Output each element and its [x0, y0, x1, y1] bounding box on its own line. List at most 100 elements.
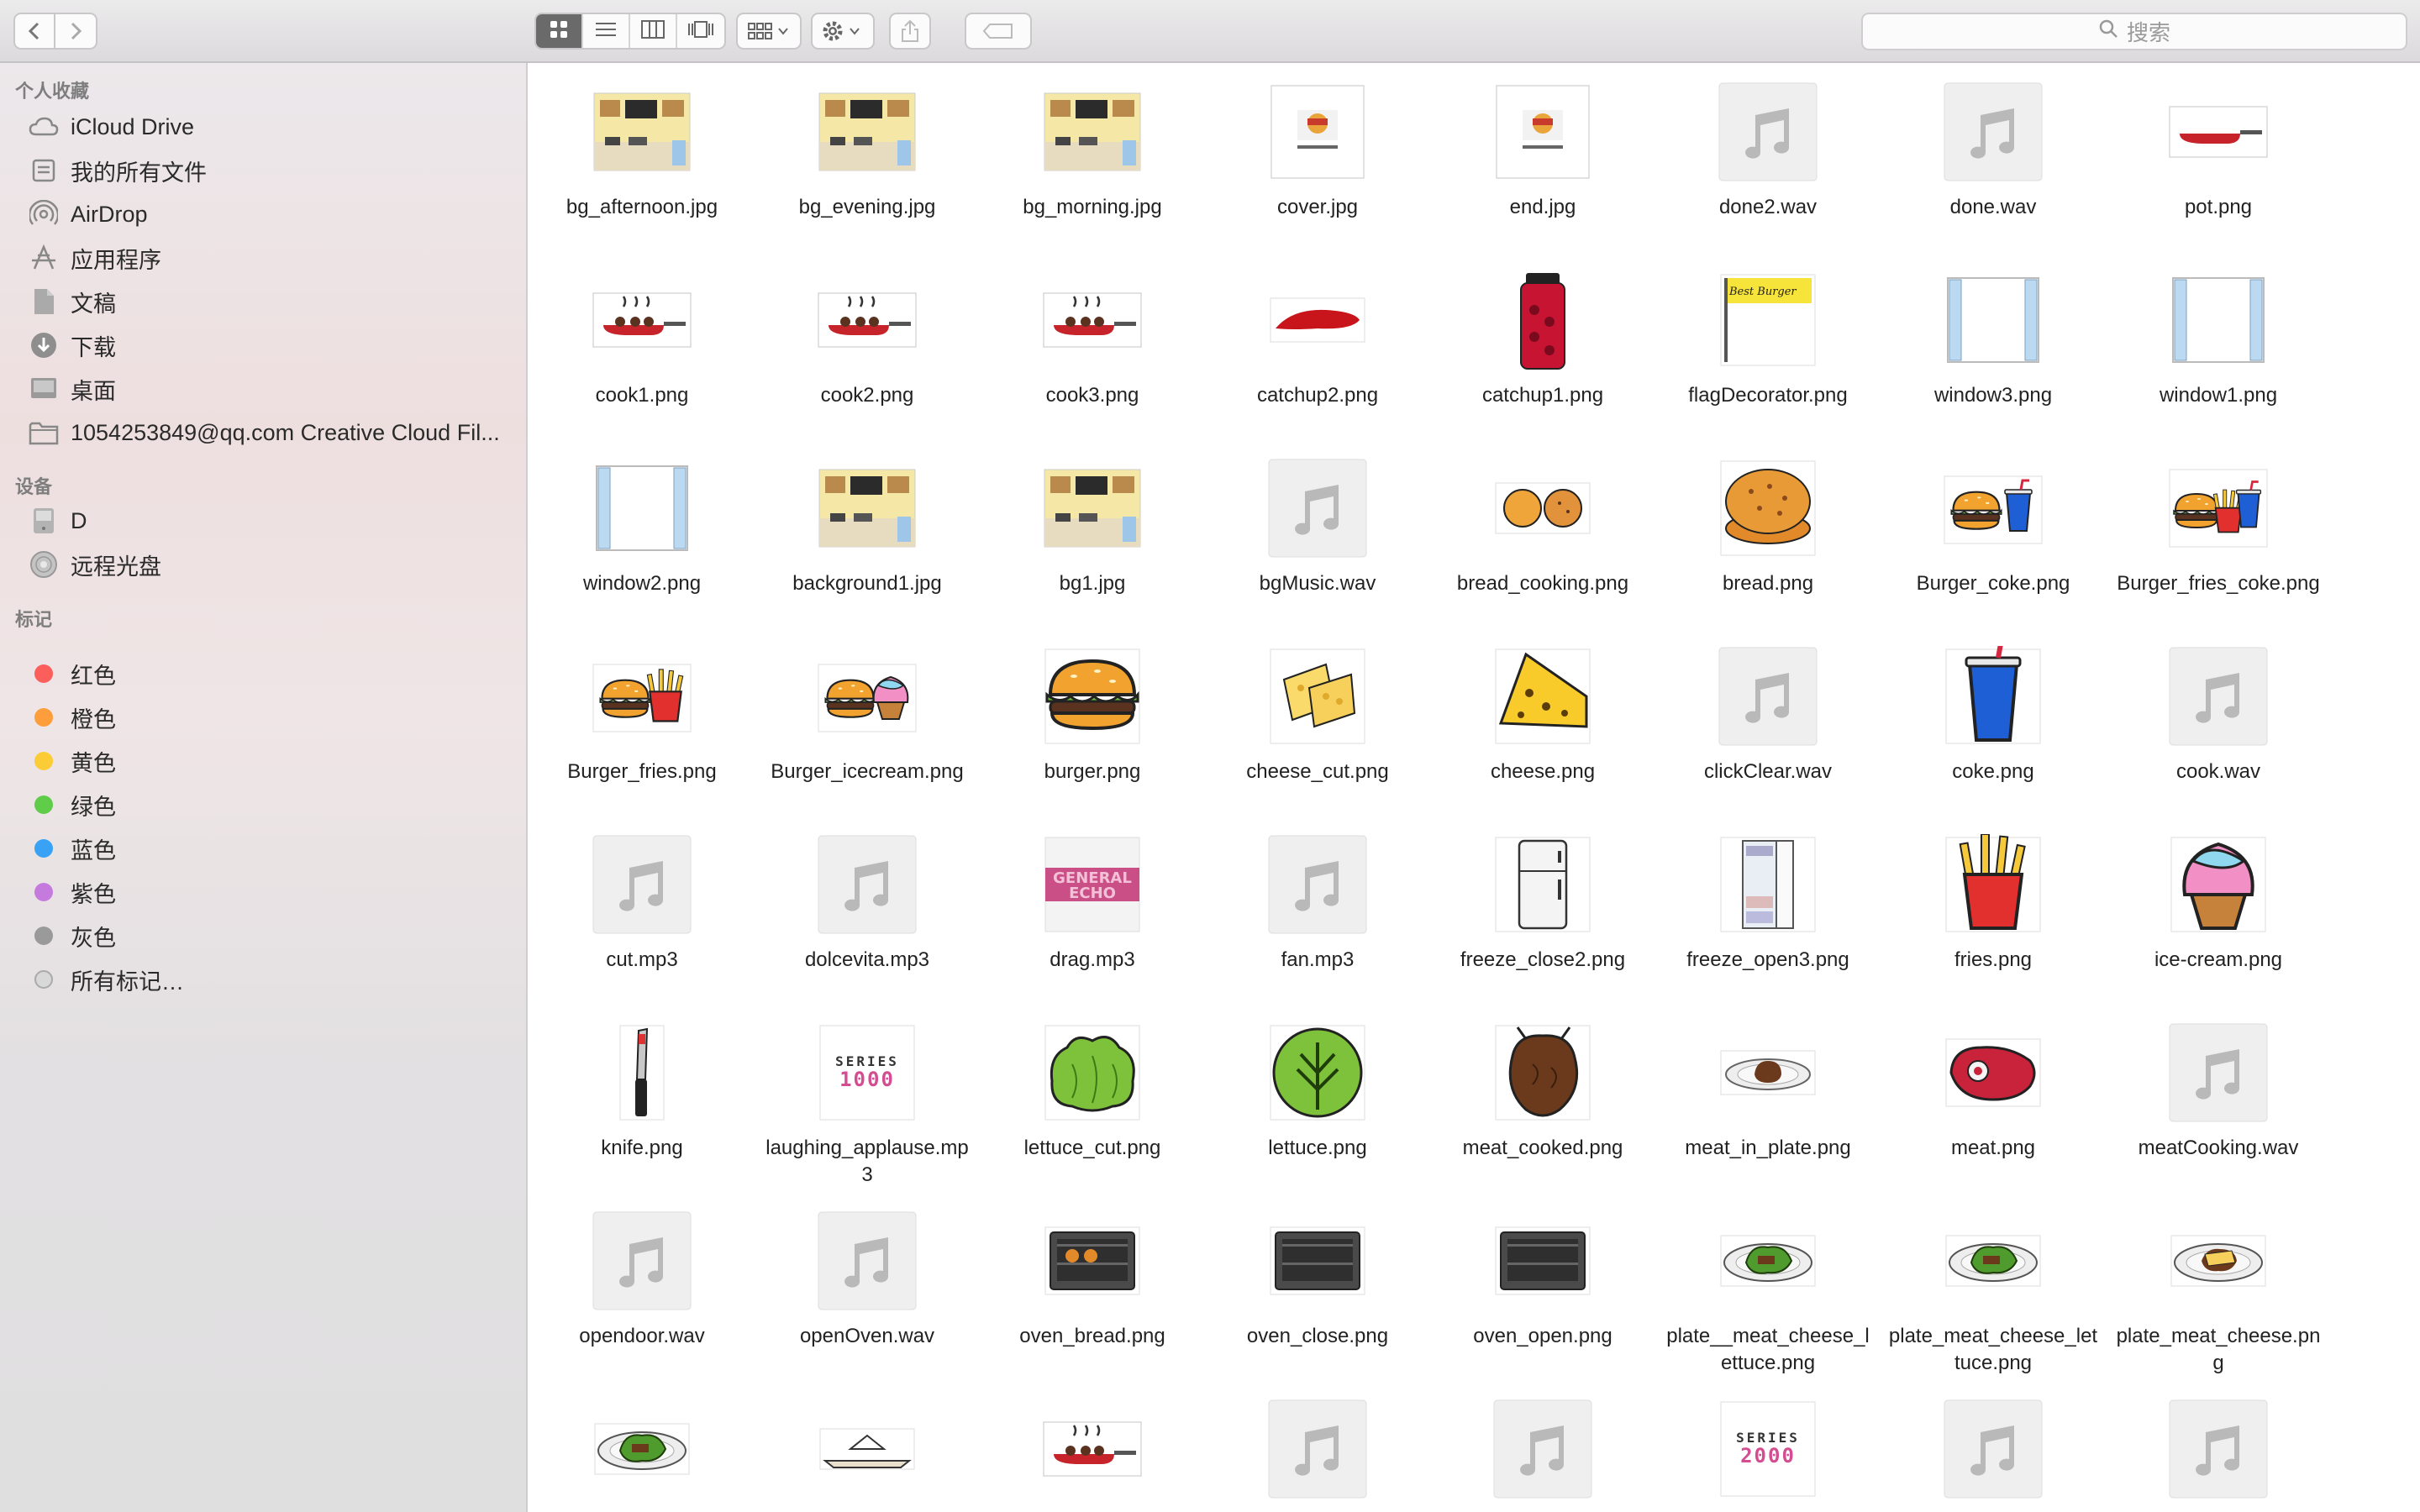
file-item[interactable]: cheese.png — [1430, 629, 1655, 817]
share-button[interactable] — [889, 13, 931, 50]
file-item[interactable]: Burger_icecream.png — [755, 629, 980, 817]
file-item[interactable]: SERIES 2000 — [1655, 1382, 1881, 1512]
sidebar-item-drive-d[interactable]: D — [27, 501, 523, 541]
sidebar-item-desktop[interactable]: 桌面 — [27, 369, 523, 409]
sidebar-tag-6[interactable]: 灰色 — [27, 916, 523, 956]
sidebar-item-all-files[interactable]: 我的所有文件 — [27, 150, 523, 191]
file-item[interactable]: SERIES 1000 laughing_applause.mp3 — [755, 1005, 980, 1194]
forward-button[interactable] — [55, 13, 97, 50]
file-item[interactable]: Burger_fries.png — [529, 629, 755, 817]
file-name: bg_evening.jpg — [798, 196, 936, 218]
action-button[interactable] — [811, 13, 875, 50]
icecream-icon — [2168, 834, 2269, 935]
file-item[interactable]: window2.png — [529, 441, 755, 629]
sidebar-item-applications[interactable]: 应用程序 — [27, 238, 523, 278]
file-item[interactable]: GENERAL ECHO drag.mp3 — [980, 817, 1205, 1005]
file-item[interactable] — [1881, 1382, 2106, 1512]
file-item[interactable]: coke.png — [1881, 629, 2106, 817]
file-item[interactable] — [755, 1382, 980, 1512]
sidebar-item-airdrop[interactable]: AirDrop — [27, 194, 523, 234]
file-item[interactable]: ice-cream.png — [2106, 817, 2331, 1005]
file-item[interactable] — [1430, 1382, 1655, 1512]
file-item[interactable]: bg_morning.jpg — [980, 65, 1205, 253]
sidebar-item-remote-disc[interactable]: 远程光盘 — [27, 544, 523, 585]
file-item[interactable]: openOven.wav — [755, 1194, 980, 1382]
file-item[interactable]: cook2.png — [755, 253, 980, 441]
file-item[interactable]: Best Burger flagDecorator.png — [1655, 253, 1881, 441]
file-item[interactable]: cut.mp3 — [529, 817, 755, 1005]
file-item[interactable]: lettuce_cut.png — [980, 1005, 1205, 1194]
cover-flow-button[interactable] — [677, 14, 724, 48]
file-item[interactable]: done2.wav — [1655, 65, 1881, 253]
file-name: Burger_coke.png — [1916, 572, 2070, 595]
column-view-button[interactable] — [630, 14, 677, 48]
sidebar-item-label: AirDrop — [71, 201, 148, 227]
file-item[interactable]: bgMusic.wav — [1205, 441, 1430, 629]
sidebar-tag-2[interactable]: 黄色 — [27, 741, 523, 781]
file-item[interactable] — [529, 1382, 755, 1512]
file-item[interactable]: bg_afternoon.jpg — [529, 65, 755, 253]
sidebar-item-icloud-drive[interactable]: iCloud Drive — [27, 107, 523, 147]
file-item[interactable]: meat_cooked.png — [1430, 1005, 1655, 1194]
sidebar-tag-4[interactable]: 蓝色 — [27, 828, 523, 869]
file-item[interactable] — [980, 1382, 1205, 1512]
sidebar-item-creative-cloud[interactable]: 1054253849@qq.com Creative Cloud Fil... — [27, 412, 523, 453]
file-item[interactable]: bg_evening.jpg — [755, 65, 980, 253]
file-item[interactable]: dolcevita.mp3 — [755, 817, 980, 1005]
icon-view-button[interactable] — [536, 14, 583, 48]
sidebar-tag-7[interactable]: 所有标记… — [27, 959, 523, 1000]
search-field[interactable]: 搜索 — [1861, 13, 2407, 50]
sidebar-tag-0[interactable]: 红色 — [27, 654, 523, 694]
list-view-button[interactable] — [583, 14, 630, 48]
sidebar-item-documents[interactable]: 文稿 — [27, 281, 523, 322]
file-item[interactable]: freeze_close2.png — [1430, 817, 1655, 1005]
file-item[interactable]: oven_close.png — [1205, 1194, 1430, 1382]
sidebar-tag-1[interactable]: 橙色 — [27, 697, 523, 738]
file-item[interactable]: Burger_fries_coke.png — [2106, 441, 2331, 629]
file-item[interactable]: background1.jpg — [755, 441, 980, 629]
file-item[interactable]: oven_bread.png — [980, 1194, 1205, 1382]
file-item[interactable]: bread_cooking.png — [1430, 441, 1655, 629]
file-item[interactable]: catchup1.png — [1430, 253, 1655, 441]
sidebar-item-downloads[interactable]: 下载 — [27, 325, 523, 365]
group-button[interactable] — [736, 13, 802, 50]
file-item[interactable] — [2106, 1382, 2331, 1512]
file-item[interactable]: knife.png — [529, 1005, 755, 1194]
file-item[interactable]: meat.png — [1881, 1005, 2106, 1194]
file-item[interactable]: end.jpg — [1430, 65, 1655, 253]
file-item[interactable]: fries.png — [1881, 817, 2106, 1005]
file-item[interactable]: cook.wav — [2106, 629, 2331, 817]
file-item[interactable]: cook1.png — [529, 253, 755, 441]
file-item[interactable]: cover.jpg — [1205, 65, 1430, 253]
file-item[interactable]: plate_meat_cheese.png — [2106, 1194, 2331, 1382]
file-item[interactable]: done.wav — [1881, 65, 2106, 253]
back-button[interactable] — [13, 13, 55, 50]
file-item[interactable]: catchup2.png — [1205, 253, 1430, 441]
view-mode-control[interactable] — [534, 13, 726, 50]
file-item[interactable]: clickClear.wav — [1655, 629, 1881, 817]
file-item[interactable]: pot.png — [2106, 65, 2331, 253]
file-item[interactable]: bread.png — [1655, 441, 1881, 629]
file-item[interactable]: cook3.png — [980, 253, 1205, 441]
sidebar-tag-3[interactable]: 绿色 — [27, 785, 523, 825]
file-item[interactable]: cheese_cut.png — [1205, 629, 1430, 817]
file-item[interactable]: meat_in_plate.png — [1655, 1005, 1881, 1194]
file-item[interactable]: lettuce.png — [1205, 1005, 1430, 1194]
file-item[interactable]: fan.mp3 — [1205, 817, 1430, 1005]
file-item[interactable] — [1205, 1382, 1430, 1512]
sidebar-tag-5[interactable]: 紫色 — [27, 872, 523, 912]
file-item[interactable]: opendoor.wav — [529, 1194, 755, 1382]
burger-icecream-icon — [817, 646, 918, 747]
tag-button[interactable] — [965, 13, 1032, 50]
file-item[interactable]: plate__meat_cheese_lettuce.png — [1655, 1194, 1881, 1382]
file-item[interactable]: burger.png — [980, 629, 1205, 817]
file-item[interactable]: meatCooking.wav — [2106, 1005, 2331, 1194]
file-item[interactable]: window3.png — [1881, 253, 2106, 441]
file-item[interactable]: bg1.jpg — [980, 441, 1205, 629]
file-item[interactable]: Burger_coke.png — [1881, 441, 2106, 629]
file-item[interactable]: oven_open.png — [1430, 1194, 1655, 1382]
file-item[interactable]: window1.png — [2106, 253, 2331, 441]
file-name: meat.png — [1950, 1137, 2036, 1159]
file-item[interactable]: plate_meat_cheese_lettuce.png — [1881, 1194, 2106, 1382]
file-item[interactable]: freeze_open3.png — [1655, 817, 1881, 1005]
